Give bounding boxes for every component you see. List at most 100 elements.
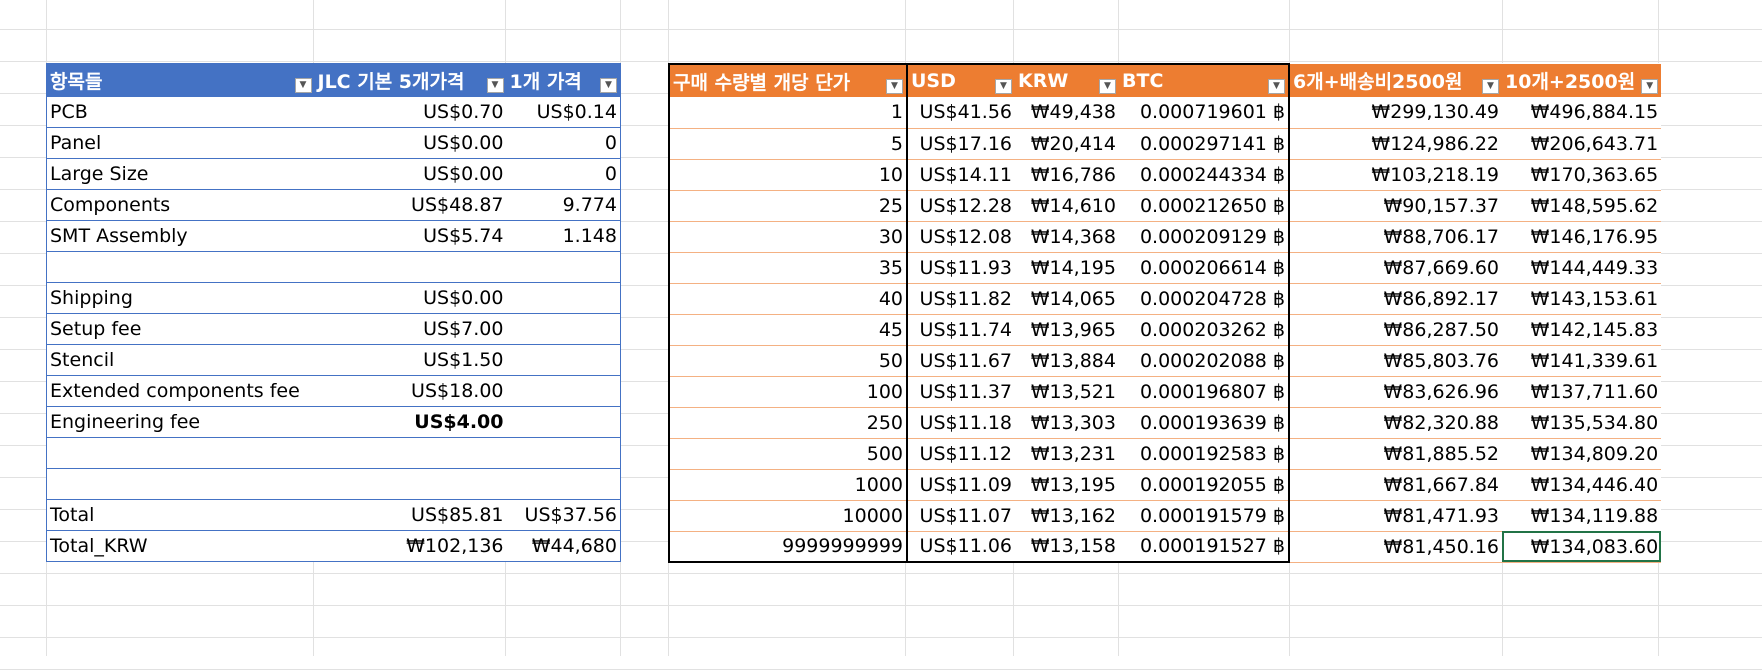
header-krw[interactable]: KRW ▼ [1015, 63, 1119, 97]
btc-cell[interactable]: 0.000244334 ฿ [1119, 159, 1290, 191]
price-5-cell[interactable] [314, 468, 507, 500]
price-10-units-cell[interactable]: ₩135,534.80 [1502, 407, 1662, 439]
quantity-cell[interactable]: 250 [668, 407, 908, 439]
krw-cell[interactable]: ₩14,195 [1015, 252, 1119, 284]
filter-dropdown-icon[interactable]: ▼ [294, 78, 312, 93]
price-10-units-cell[interactable]: ₩142,145.83 [1502, 314, 1662, 346]
filter-dropdown-icon[interactable]: ▼ [886, 79, 903, 94]
price-10-units-cell[interactable]: ₩148,595.62 [1502, 190, 1662, 222]
item-name-cell[interactable]: Shipping [46, 282, 315, 314]
price-6-units-cell[interactable]: ₩86,287.50 [1289, 314, 1502, 346]
price-10-units-cell[interactable]: ₩496,884.15 [1502, 97, 1662, 129]
price-5-cell[interactable]: US$85.81 [314, 499, 507, 531]
usd-cell[interactable]: US$41.56 [907, 97, 1015, 129]
krw-cell[interactable]: ₩13,965 [1015, 314, 1119, 346]
quantity-cell[interactable]: 1000 [668, 469, 908, 501]
price-10-units-cell[interactable]: ₩144,449.33 [1502, 252, 1662, 284]
krw-cell[interactable]: ₩13,303 [1015, 407, 1119, 439]
quantity-cell[interactable]: 45 [668, 314, 908, 346]
price-6-units-cell[interactable]: ₩87,669.60 [1289, 252, 1502, 284]
btc-cell[interactable]: 0.000191579 ฿ [1119, 500, 1290, 532]
header-btc[interactable]: BTC ▼ [1119, 63, 1290, 97]
item-name-cell[interactable]: PCB [46, 96, 315, 128]
price-1-cell[interactable]: 0 [506, 158, 621, 190]
btc-cell[interactable]: 0.000192583 ฿ [1119, 438, 1290, 470]
price-5-cell[interactable]: US$4.00 [314, 406, 507, 438]
quantity-cell[interactable]: 40 [668, 283, 908, 315]
quantity-cell[interactable]: 10000 [668, 500, 908, 532]
usd-cell[interactable]: US$17.16 [907, 128, 1015, 160]
header-price-1[interactable]: 1개 가격 ▼ [506, 63, 621, 97]
btc-cell[interactable]: 0.000212650 ฿ [1119, 190, 1290, 222]
usd-cell[interactable]: US$11.07 [907, 500, 1015, 532]
price-10-units-cell[interactable]: ₩143,153.61 [1502, 283, 1662, 315]
btc-cell[interactable]: 0.000297141 ฿ [1119, 128, 1290, 160]
price-1-cell[interactable] [506, 406, 621, 438]
btc-cell[interactable]: 0.000209129 ฿ [1119, 221, 1290, 253]
price-10-units-cell[interactable]: ₩137,711.60 [1502, 376, 1662, 408]
krw-cell[interactable]: ₩20,414 [1015, 128, 1119, 160]
price-1-cell[interactable]: 9.774 [506, 189, 621, 221]
price-6-units-cell[interactable]: ₩103,218.19 [1289, 159, 1502, 191]
filter-dropdown-icon[interactable]: ▼ [1482, 79, 1499, 94]
price-10-units-cell[interactable]: ₩134,119.88 [1502, 500, 1662, 532]
item-name-cell[interactable]: Panel [46, 127, 315, 159]
price-1-cell[interactable] [506, 375, 621, 407]
price-1-cell[interactable]: ₩44,680 [506, 530, 621, 562]
price-6-units-cell[interactable]: ₩83,626.96 [1289, 376, 1502, 408]
price-10-units-cell[interactable]: ₩141,339.61 [1502, 345, 1662, 377]
quantity-cell[interactable]: 10 [668, 159, 908, 191]
krw-cell[interactable]: ₩16,786 [1015, 159, 1119, 191]
header-quantity[interactable]: 구매 수량별 개당 단가 ▼ [668, 63, 908, 97]
header-price-5[interactable]: JLC 기본 5개가격 ▼ [314, 63, 507, 97]
usd-cell[interactable]: US$11.67 [907, 345, 1015, 377]
usd-cell[interactable]: US$12.28 [907, 190, 1015, 222]
item-name-cell[interactable]: Stencil [46, 344, 315, 376]
filter-dropdown-icon[interactable]: ▼ [1641, 79, 1659, 94]
price-6-units-cell[interactable]: ₩81,471.93 [1289, 500, 1502, 532]
header-usd[interactable]: USD ▼ [907, 63, 1015, 97]
usd-cell[interactable]: US$12.08 [907, 221, 1015, 253]
price-10-units-cell[interactable]: ₩170,363.65 [1502, 159, 1662, 191]
item-name-cell[interactable]: SMT Assembly [46, 220, 315, 252]
btc-cell[interactable]: 0.000203262 ฿ [1119, 314, 1290, 346]
krw-cell[interactable]: ₩13,521 [1015, 376, 1119, 408]
krw-cell[interactable]: ₩13,158 [1015, 531, 1119, 563]
price-5-cell[interactable]: US$1.50 [314, 344, 507, 376]
filter-dropdown-icon[interactable]: ▼ [486, 78, 504, 93]
quantity-cell[interactable]: 100 [668, 376, 908, 408]
filter-dropdown-icon[interactable]: ▼ [1268, 79, 1285, 94]
usd-cell[interactable]: US$11.06 [907, 531, 1015, 563]
quantity-cell[interactable]: 25 [668, 190, 908, 222]
item-name-cell[interactable]: Setup fee [46, 313, 315, 345]
filter-dropdown-icon[interactable]: ▼ [1099, 79, 1116, 94]
btc-cell[interactable]: 0.000193639 ฿ [1119, 407, 1290, 439]
price-5-cell[interactable]: ₩102,136 [314, 530, 507, 562]
item-name-cell[interactable]: Extended components fee [46, 375, 315, 407]
btc-cell[interactable]: 0.000204728 ฿ [1119, 283, 1290, 315]
quantity-cell[interactable]: 35 [668, 252, 908, 284]
quantity-cell[interactable]: 500 [668, 438, 908, 470]
item-name-cell[interactable]: Large Size [46, 158, 315, 190]
price-6-units-cell[interactable]: ₩299,130.49 [1289, 97, 1502, 129]
price-5-cell[interactable]: US$7.00 [314, 313, 507, 345]
price-5-cell[interactable]: US$0.70 [314, 96, 507, 128]
price-1-cell[interactable]: 1.148 [506, 220, 621, 252]
krw-cell[interactable]: ₩13,162 [1015, 500, 1119, 532]
btc-cell[interactable]: 0.000206614 ฿ [1119, 252, 1290, 284]
header-6-units-shipping[interactable]: 6개+배송비2500원 ▼ [1289, 64, 1502, 97]
price-6-units-cell[interactable]: ₩81,667.84 [1289, 469, 1502, 501]
usd-cell[interactable]: US$11.37 [907, 376, 1015, 408]
price-6-units-cell[interactable]: ₩88,706.17 [1289, 221, 1502, 253]
filter-dropdown-icon[interactable]: ▼ [600, 78, 617, 93]
btc-cell[interactable]: 0.000202088 ฿ [1119, 345, 1290, 377]
price-10-units-cell[interactable]: ₩206,643.71 [1502, 128, 1662, 160]
filter-dropdown-icon[interactable]: ▼ [995, 79, 1012, 94]
price-1-cell[interactable]: US$37.56 [506, 499, 621, 531]
price-6-units-cell[interactable]: ₩81,450.16 [1289, 531, 1502, 563]
price-10-units-cell[interactable]: ₩134,446.40 [1502, 469, 1662, 501]
usd-cell[interactable]: US$11.82 [907, 283, 1015, 315]
usd-cell[interactable]: US$11.18 [907, 407, 1015, 439]
price-5-cell[interactable]: US$0.00 [314, 282, 507, 314]
header-10-units-shipping[interactable]: 10개+2500원 ▼ [1502, 64, 1662, 97]
